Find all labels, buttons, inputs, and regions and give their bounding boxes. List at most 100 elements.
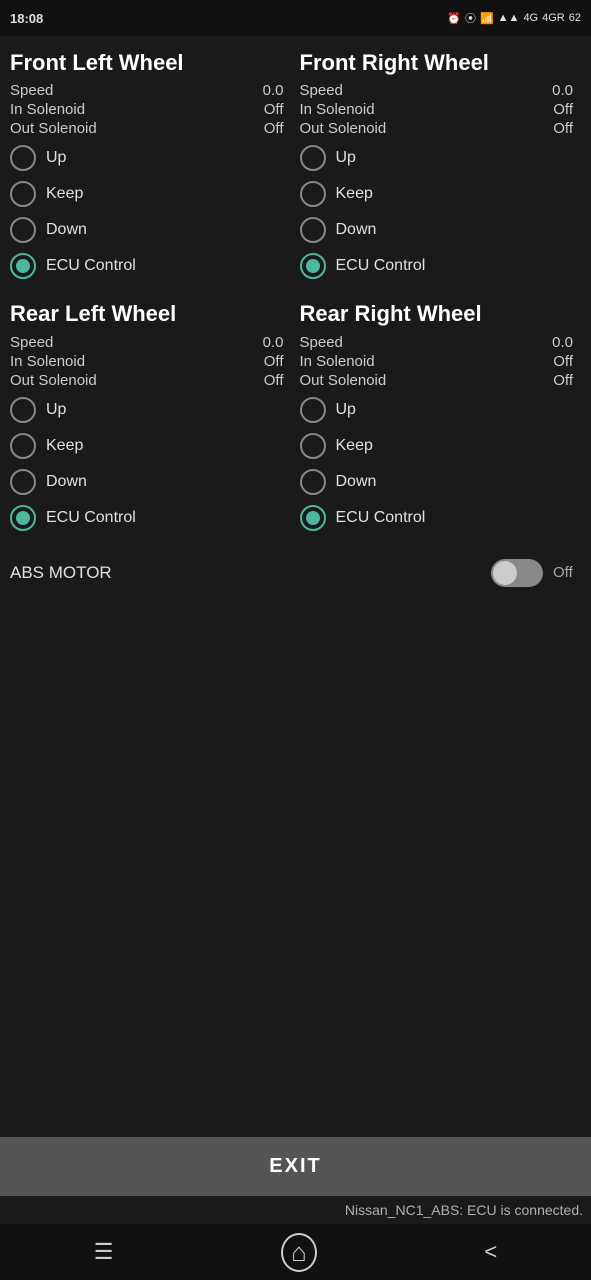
front-left-out-solenoid-label: Out Solenoid [10, 120, 97, 137]
rear-right-keep-radio[interactable] [300, 433, 326, 459]
rear-left-ecu-radio[interactable] [10, 505, 36, 531]
front-left-down[interactable]: Down [10, 217, 292, 243]
front-right-in-solenoid-value: Off [553, 101, 573, 118]
front-right-ecu-control[interactable]: ECU Control [300, 253, 582, 279]
front-right-out-solenoid: Out Solenoid Off [300, 120, 582, 137]
rear-left-section: Rear Left Wheel Speed 0.0 In Solenoid Of… [6, 295, 296, 546]
front-right-up[interactable]: Up [300, 145, 582, 171]
rear-right-down[interactable]: Down [300, 469, 582, 495]
front-right-title: Front Right Wheel [300, 50, 582, 76]
rear-right-title: Rear Right Wheel [300, 301, 582, 327]
status-message: Nissan_NC1_ABS: ECU is connected. [0, 1196, 591, 1224]
exit-button[interactable]: EXIT [0, 1137, 591, 1196]
rear-left-keep-radio[interactable] [10, 433, 36, 459]
front-left-down-radio[interactable] [10, 217, 36, 243]
front-left-keep[interactable]: Keep [10, 181, 292, 207]
front-left-speed: Speed 0.0 [10, 82, 292, 99]
toggle-knob [493, 561, 517, 585]
front-left-radio-group: Up Keep Down ECU Control [10, 145, 292, 279]
front-right-out-solenoid-label: Out Solenoid [300, 120, 387, 137]
status-icons: ⏰ ⦿ 📶 ▲▲ 4G 4GR 62 [447, 10, 581, 26]
front-right-keep-radio[interactable] [300, 181, 326, 207]
front-left-speed-label: Speed [10, 82, 53, 99]
rear-right-up[interactable]: Up [300, 397, 582, 423]
rear-left-ecu-control[interactable]: ECU Control [10, 505, 292, 531]
front-left-up-radio[interactable] [10, 145, 36, 171]
abs-motor-toggle[interactable] [491, 559, 543, 587]
front-right-section: Front Right Wheel Speed 0.0 In Solenoid … [296, 44, 586, 295]
rear-left-up-radio[interactable] [10, 397, 36, 423]
front-left-ecu-radio[interactable] [10, 253, 36, 279]
rear-right-in-solenoid: In Solenoid Off [300, 353, 582, 370]
front-left-ecu-label: ECU Control [46, 257, 136, 275]
rear-left-title: Rear Left Wheel [10, 301, 292, 327]
rear-right-down-radio[interactable] [300, 469, 326, 495]
front-left-out-solenoid-value: Off [264, 120, 284, 137]
rear-left-keep-label: Keep [46, 437, 83, 455]
rear-right-ecu-label: ECU Control [336, 509, 426, 527]
alarm-icon: ⏰ [447, 12, 461, 25]
battery-icon: 62 [569, 12, 581, 24]
front-left-up[interactable]: Up [10, 145, 292, 171]
rear-left-up-label: Up [46, 401, 66, 419]
rear-right-down-label: Down [336, 473, 377, 491]
rear-left-out-solenoid: Out Solenoid Off [10, 372, 292, 389]
front-left-speed-value: 0.0 [263, 82, 284, 99]
nav-bar: ☰ ⌂ < [0, 1224, 591, 1280]
rear-right-speed-label: Speed [300, 334, 343, 351]
front-right-down[interactable]: Down [300, 217, 582, 243]
front-right-down-label: Down [336, 221, 377, 239]
wheels-grid: Front Left Wheel Speed 0.0 In Solenoid O… [6, 44, 585, 547]
rear-left-speed-value: 0.0 [263, 334, 284, 351]
front-right-up-radio[interactable] [300, 145, 326, 171]
rear-left-in-solenoid-label: In Solenoid [10, 353, 85, 370]
abs-motor-state: Off [553, 564, 581, 581]
rear-right-ecu-control[interactable]: ECU Control [300, 505, 582, 531]
bottom-area: EXIT Nissan_NC1_ABS: ECU is connected. ☰… [0, 1137, 591, 1280]
nav-back-icon[interactable]: < [464, 1235, 517, 1269]
rear-left-down[interactable]: Down [10, 469, 292, 495]
front-left-keep-radio[interactable] [10, 181, 36, 207]
front-left-up-label: Up [46, 149, 66, 167]
front-left-section: Front Left Wheel Speed 0.0 In Solenoid O… [6, 44, 296, 295]
front-right-out-solenoid-value: Off [553, 120, 573, 137]
rear-right-up-radio[interactable] [300, 397, 326, 423]
nav-menu-icon[interactable]: ☰ [74, 1235, 134, 1269]
rear-right-ecu-radio[interactable] [300, 505, 326, 531]
front-right-speed-label: Speed [300, 82, 343, 99]
front-right-up-label: Up [336, 149, 356, 167]
rear-right-out-solenoid-label: Out Solenoid [300, 372, 387, 389]
wifi-icon: 📶 [480, 12, 494, 25]
rear-right-in-solenoid-label: In Solenoid [300, 353, 375, 370]
rear-left-up[interactable]: Up [10, 397, 292, 423]
rear-right-radio-group: Up Keep Down ECU Control [300, 397, 582, 531]
front-right-down-radio[interactable] [300, 217, 326, 243]
rear-left-down-label: Down [46, 473, 87, 491]
front-left-in-solenoid-label: In Solenoid [10, 101, 85, 118]
status-bar: 18:08 ⏰ ⦿ 📶 ▲▲ 4G 4GR 62 [0, 0, 591, 36]
front-right-ecu-radio[interactable] [300, 253, 326, 279]
front-right-in-solenoid-label: In Solenoid [300, 101, 375, 118]
rear-right-section: Rear Right Wheel Speed 0.0 In Solenoid O… [296, 295, 586, 546]
rear-left-keep[interactable]: Keep [10, 433, 292, 459]
front-right-speed-value: 0.0 [552, 82, 573, 99]
status-time: 18:08 [10, 11, 43, 26]
abs-motor-row: ABS MOTOR Off [6, 547, 585, 599]
abs-motor-label: ABS MOTOR [10, 563, 481, 583]
bluetooth-icon: ⦿ [465, 10, 476, 26]
front-right-ecu-label: ECU Control [336, 257, 426, 275]
front-left-in-solenoid-value: Off [264, 101, 284, 118]
4gr-icon: 4GR [542, 12, 565, 24]
rear-left-radio-group: Up Keep Down ECU Control [10, 397, 292, 531]
front-right-keep[interactable]: Keep [300, 181, 582, 207]
nav-home-icon[interactable]: ⌂ [281, 1233, 317, 1272]
front-left-ecu-control[interactable]: ECU Control [10, 253, 292, 279]
rear-left-speed-label: Speed [10, 334, 53, 351]
rear-left-down-radio[interactable] [10, 469, 36, 495]
rear-right-keep[interactable]: Keep [300, 433, 582, 459]
rear-left-speed: Speed 0.0 [10, 334, 292, 351]
rear-left-in-solenoid-value: Off [264, 353, 284, 370]
rear-right-speed-value: 0.0 [552, 334, 573, 351]
rear-right-out-solenoid-value: Off [553, 372, 573, 389]
front-left-out-solenoid: Out Solenoid Off [10, 120, 292, 137]
